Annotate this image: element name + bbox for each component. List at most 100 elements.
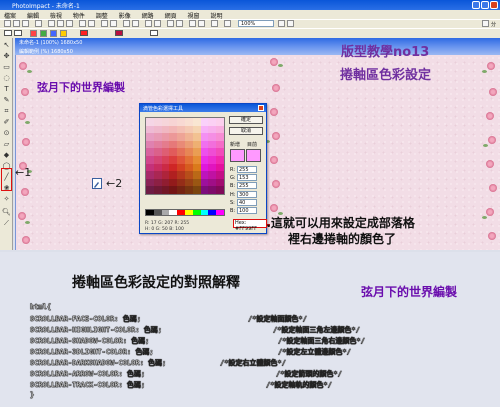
- color-swatch-cell[interactable]: [146, 171, 154, 179]
- color-swatch-cell[interactable]: [200, 171, 209, 179]
- field-g-input[interactable]: 153: [237, 174, 257, 181]
- color-swatch-cell[interactable]: [208, 171, 217, 179]
- color-swatch-cell[interactable]: [177, 125, 185, 134]
- color-swatch-cell[interactable]: [161, 163, 170, 172]
- zoom-tool-icon[interactable]: 🔍︎: [2, 208, 11, 217]
- color-swatch-cell[interactable]: [177, 148, 185, 156]
- batch-icon[interactable]: [211, 20, 218, 27]
- color-swatch-cell[interactable]: [208, 133, 217, 141]
- recent-colors-row[interactable]: [145, 209, 225, 216]
- color-swatch-cell[interactable]: [216, 118, 224, 126]
- minimize-button[interactable]: [472, 1, 480, 9]
- color-swatch-cell[interactable]: [153, 186, 162, 194]
- color-swatch-cell[interactable]: [153, 155, 162, 164]
- color-swatch-cell[interactable]: [177, 140, 185, 149]
- field-s-input[interactable]: 40: [237, 199, 257, 206]
- layers-icon[interactable]: [132, 20, 139, 27]
- color-swatch-cell[interactable]: [169, 155, 178, 164]
- paste-icon[interactable]: [66, 20, 73, 27]
- color-swatch-cell[interactable]: [153, 148, 162, 156]
- color-swatch-cell[interactable]: [153, 125, 162, 134]
- close-button[interactable]: [490, 1, 498, 9]
- copy-icon[interactable]: [57, 20, 64, 27]
- color-swatch-cell[interactable]: [200, 133, 209, 141]
- color-swatch-cell[interactable]: [153, 140, 162, 149]
- color-swatch-cell[interactable]: [161, 133, 170, 141]
- color-swatch-cell[interactable]: [146, 163, 154, 172]
- color-swatch-cell[interactable]: [177, 118, 185, 126]
- crop-tool-icon[interactable]: ⌗: [2, 107, 11, 116]
- color-swatch-cell[interactable]: [177, 171, 185, 179]
- color-swatch-cell[interactable]: [192, 133, 201, 141]
- color-swatch-white[interactable]: [4, 30, 12, 36]
- color-swatch-cell[interactable]: [161, 118, 170, 126]
- color-swatch-cell[interactable]: [161, 140, 170, 149]
- save-icon[interactable]: [22, 20, 29, 27]
- clone-tool-icon[interactable]: ⊙: [2, 129, 11, 138]
- share-icon[interactable]: [482, 20, 489, 27]
- screen-capture-icon[interactable]: [224, 20, 231, 27]
- maximize-button[interactable]: [481, 1, 489, 9]
- color-swatch-cell[interactable]: [161, 186, 170, 194]
- email-icon[interactable]: [189, 20, 196, 27]
- color-swatch-cell[interactable]: [192, 171, 201, 179]
- color-swatch-cell[interactable]: [192, 140, 201, 149]
- color-swatch-cell[interactable]: [208, 186, 217, 194]
- color-swatch-cell[interactable]: [192, 125, 201, 134]
- color-swatch-cell[interactable]: [169, 118, 178, 126]
- color-swatch-cell[interactable]: [169, 186, 178, 194]
- field-b-input[interactable]: 255: [237, 182, 257, 189]
- color-swatch-cell[interactable]: [185, 155, 193, 164]
- color-swatch-cell[interactable]: [216, 163, 224, 172]
- color-swatch-cell[interactable]: [169, 140, 178, 149]
- color-swatch-cell[interactable]: [185, 178, 193, 187]
- redo-icon[interactable]: [88, 20, 95, 27]
- color-swatch-bg[interactable]: [14, 30, 22, 36]
- color-swatch-cell[interactable]: [200, 155, 209, 164]
- color-swatch-red[interactable]: [80, 30, 88, 36]
- color-swatch-cell[interactable]: [146, 155, 154, 164]
- cut-icon[interactable]: [48, 20, 55, 27]
- hex-color-field[interactable]: Hex: #FF99FF: [233, 219, 267, 232]
- color-swatch-cell[interactable]: [216, 148, 224, 156]
- color-swatch-cell[interactable]: [185, 163, 193, 172]
- color-swatch-cell[interactable]: [161, 171, 170, 179]
- color-swatch-cell[interactable]: [208, 178, 217, 187]
- color-swatch-cell[interactable]: [208, 148, 217, 156]
- color-swatch-cell[interactable]: [146, 178, 154, 187]
- grid-icon[interactable]: [123, 20, 130, 27]
- color-swatch-cell[interactable]: [200, 140, 209, 149]
- color-swatch-cell[interactable]: [177, 163, 185, 172]
- color-swatch-cell[interactable]: [216, 133, 224, 141]
- actual-size-icon[interactable]: [287, 20, 294, 27]
- new-file-icon[interactable]: [4, 20, 11, 27]
- move-tool-icon[interactable]: ✥: [2, 52, 11, 61]
- color-swatch-cell[interactable]: [153, 163, 162, 172]
- color-swatch-cell[interactable]: [161, 148, 170, 156]
- color-swatch-cell[interactable]: [177, 178, 185, 187]
- path-tool-icon[interactable]: ✎: [2, 96, 11, 105]
- color-swatch-cell[interactable]: [185, 140, 193, 149]
- eyedropper-tool-icon[interactable]: ⟋: [2, 219, 11, 228]
- color-swatch-cell[interactable]: [177, 155, 185, 164]
- color-swatch-cell[interactable]: [200, 178, 209, 187]
- color-swatch-cell[interactable]: [216, 140, 224, 149]
- color-swatch-cell[interactable]: [169, 125, 178, 134]
- color-swatch-cell[interactable]: [216, 171, 224, 179]
- color-swatch-cell[interactable]: [177, 186, 185, 194]
- color-swatch-cell[interactable]: [208, 118, 217, 126]
- color-swatch-cell[interactable]: [216, 125, 224, 134]
- color-swatch-cell[interactable]: [185, 125, 193, 134]
- fill-icon[interactable]: [30, 30, 37, 37]
- ok-button[interactable]: 確定: [229, 116, 263, 124]
- zoom-select[interactable]: 100%: [238, 20, 274, 27]
- color-swatch-cell[interactable]: [200, 186, 209, 194]
- text-tool-icon[interactable]: T: [2, 85, 11, 94]
- color-swatch-cell[interactable]: [153, 178, 162, 187]
- color-swatch-cell[interactable]: [192, 186, 201, 194]
- color-swatch-cell[interactable]: [208, 125, 217, 134]
- selection-tool-icon[interactable]: ▭: [2, 63, 11, 72]
- color-swatch-cell[interactable]: [153, 171, 162, 179]
- field-h-input[interactable]: 300: [237, 191, 257, 198]
- color-swatch-cell[interactable]: [153, 118, 162, 126]
